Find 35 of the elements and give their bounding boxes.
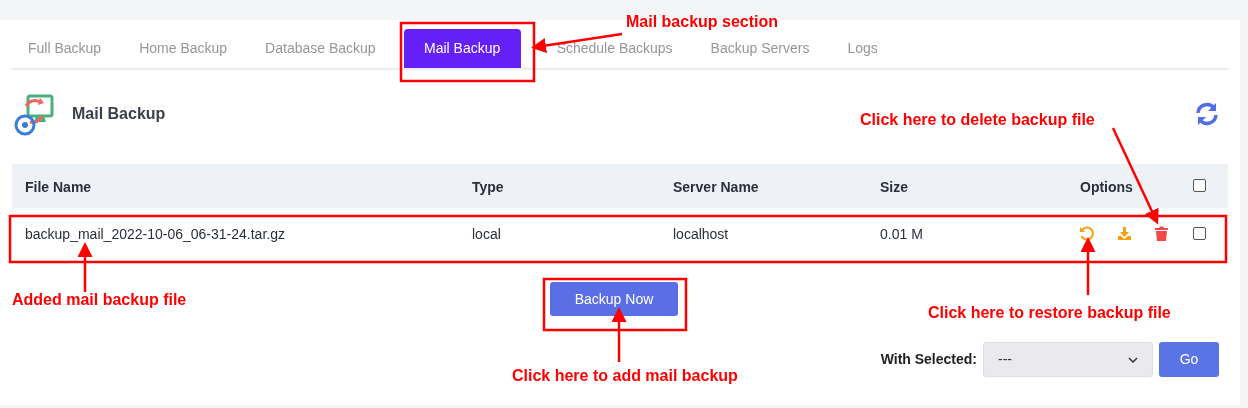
annotation-label: Mail backup section <box>626 12 779 32</box>
arrow <box>611 307 627 362</box>
annotation-label: Click here to add mail backup <box>512 366 738 386</box>
tab[interactable]: Home Backup <box>125 29 242 68</box>
table-cell-text: localhost <box>673 225 729 244</box>
tab[interactable]: Logs <box>833 29 892 68</box>
column-header: File Name <box>25 178 92 197</box>
table-cell-text: local <box>472 225 501 244</box>
annotation-label: Click here to delete backup file <box>860 110 1095 130</box>
tab[interactable]: Full Backup <box>14 29 116 68</box>
tab[interactable]: Backup Servers <box>696 29 824 68</box>
tab[interactable]: Schedule Backups <box>542 29 687 68</box>
column-header: Type <box>472 178 504 197</box>
arrow <box>77 242 93 292</box>
table-cell-text: 0.01 M <box>880 225 923 244</box>
column-header: Server Name <box>673 178 759 197</box>
section-title: Mail Backup <box>72 104 166 124</box>
table-cell-text: backup_mail_2022-10-06_06-31-24.tar.gz <box>25 225 285 244</box>
checkbox[interactable] <box>1193 179 1206 192</box>
column-header: Options <box>1080 178 1133 197</box>
annotation-label: Added mail backup file <box>12 290 187 310</box>
tab[interactable]: Mail Backup <box>403 29 521 68</box>
trash-icon[interactable] <box>1155 226 1168 241</box>
chevron-down-icon <box>1128 356 1138 363</box>
arrow <box>1080 237 1096 295</box>
column-header: Size <box>880 178 908 197</box>
with-selected-label: With Selected: <box>880 350 977 369</box>
checkbox[interactable] <box>1193 227 1206 240</box>
refresh-icon[interactable] <box>1194 102 1220 126</box>
annotation-label: Click here to restore backup file <box>928 303 1171 323</box>
restore-icon[interactable] <box>1079 226 1094 241</box>
backup-now-button[interactable]: Backup Now <box>550 282 678 316</box>
bulk-action-select[interactable]: --- <box>983 342 1153 377</box>
go-button[interactable]: Go <box>1159 342 1219 377</box>
tab[interactable]: Database Backup <box>251 29 390 68</box>
